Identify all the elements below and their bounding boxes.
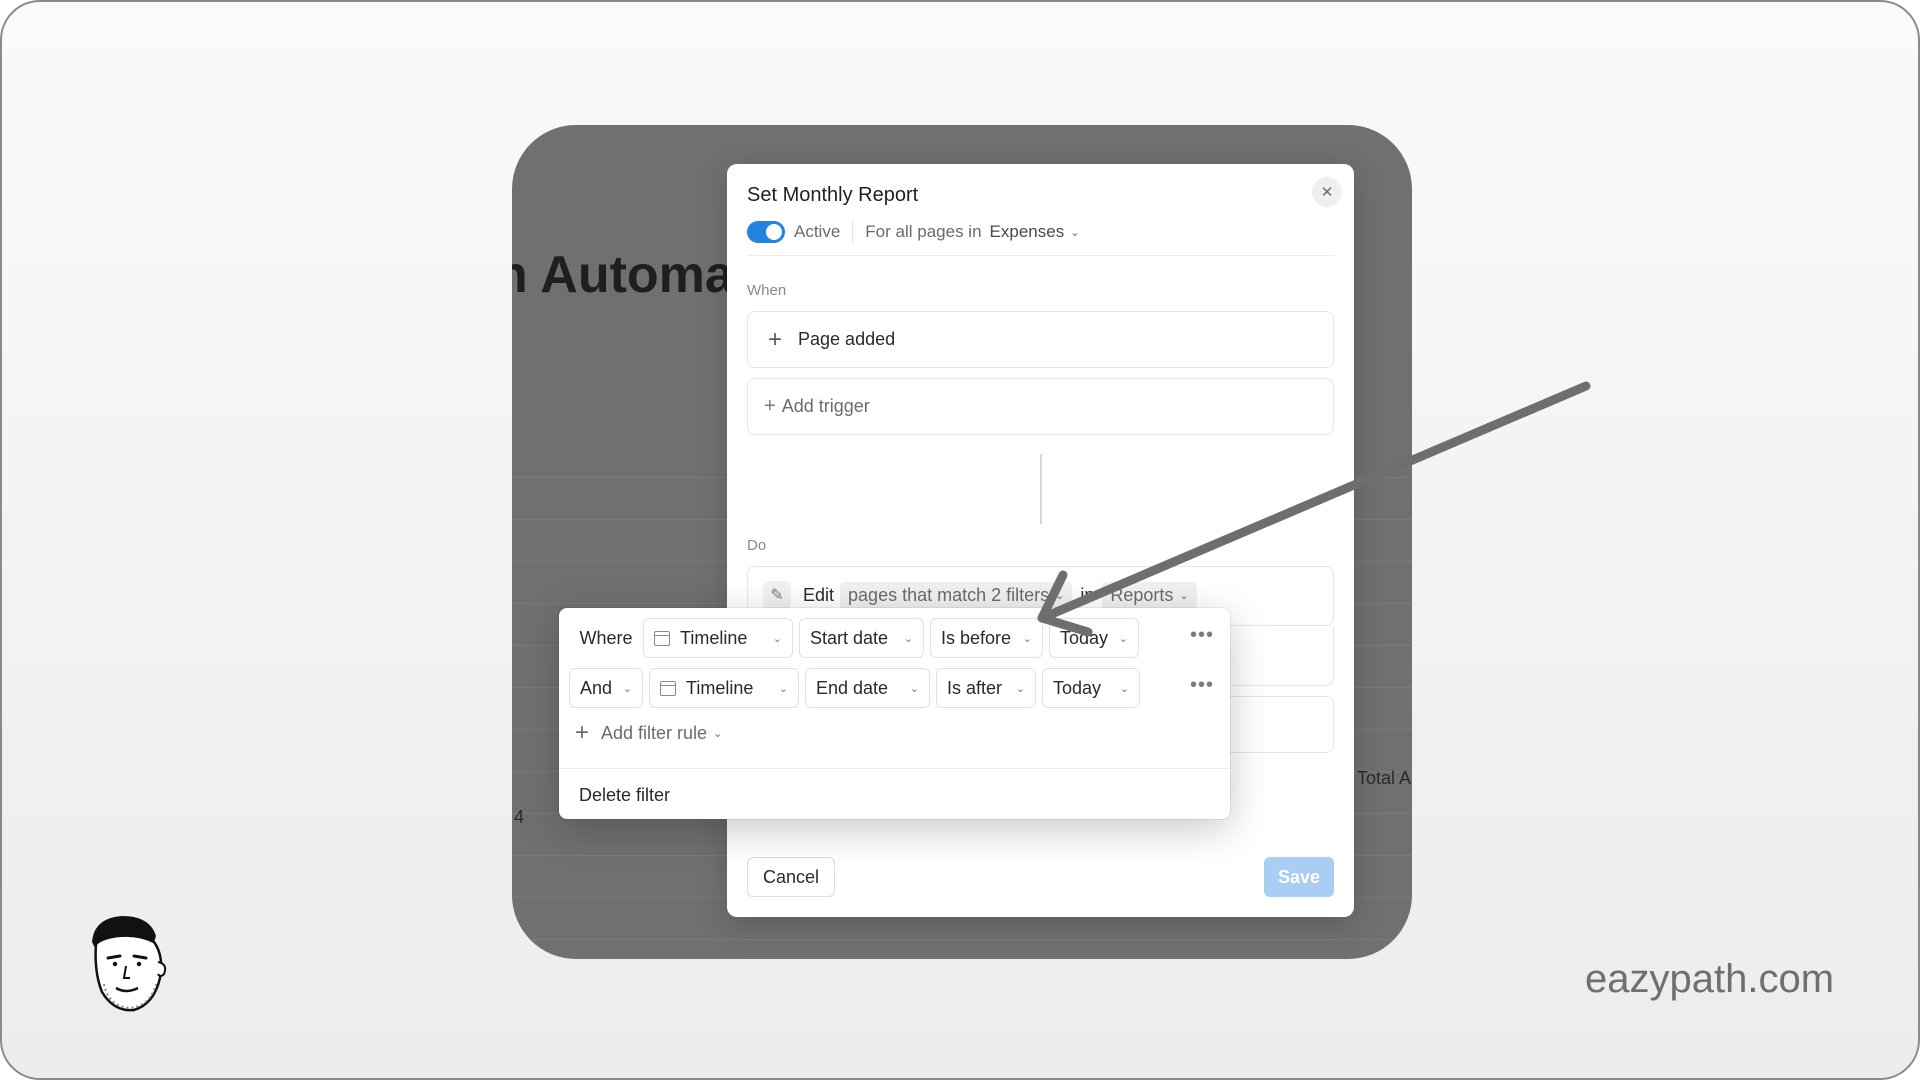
conjunction-label: And [580, 677, 613, 698]
property-select[interactable]: Timeline ⌄ [643, 618, 793, 658]
add-filter-rule-button[interactable]: + Add filter rule ⌄ [575, 718, 722, 748]
active-label: Active [794, 222, 841, 241]
action-row: ✎ Edit pages that match 2 filters ⌄ in R… [763, 580, 1203, 610]
background-table-line [512, 939, 1412, 940]
date-field-label: Start date [810, 627, 889, 648]
value-select[interactable]: Today ⌄ [1042, 668, 1140, 708]
chevron-down-icon: ⌄ [1118, 632, 1128, 645]
save-button[interactable]: Save [1264, 857, 1334, 897]
database-name: Expenses [989, 222, 1065, 241]
chevron-down-icon: ⌄ [1055, 589, 1065, 602]
chevron-down-icon: ⌄ [1022, 632, 1032, 645]
value-label: Today [1053, 677, 1102, 698]
popup-divider [559, 768, 1230, 769]
header-divider [747, 255, 1334, 256]
chevron-down-icon: ⌄ [778, 682, 788, 695]
do-section-label: Do [747, 537, 767, 554]
value-label: Today [1060, 627, 1109, 648]
filter-rule-row: Where Timeline ⌄ Start date ⌄ Is before … [569, 618, 1145, 658]
filter-target-pill[interactable]: pages that match 2 filters ⌄ [840, 581, 1073, 609]
close-button[interactable]: ✕ [1312, 177, 1342, 207]
property-label: Timeline [680, 627, 748, 648]
conjunction-select[interactable]: And ⌄ [569, 668, 643, 708]
add-filter-rule-label: Add filter rule [601, 722, 708, 743]
database-selector[interactable]: Expenses ⌄ [990, 222, 1080, 242]
flow-connector [1040, 454, 1042, 524]
chevron-down-icon: ⌄ [909, 682, 919, 695]
chevron-down-icon: ⌄ [1119, 682, 1129, 695]
chevron-down-icon: ⌄ [1070, 226, 1080, 239]
filter-conjunction: Where [579, 627, 633, 648]
filter-popup: Where Timeline ⌄ Start date ⌄ Is before … [559, 608, 1230, 819]
filter-rule-row: And ⌄ Timeline ⌄ End date ⌄ Is after ⌄ T… [569, 668, 1146, 708]
date-field-select[interactable]: Start date ⌄ [799, 618, 924, 658]
chevron-down-icon: ⌄ [772, 632, 782, 645]
filter-target-label: pages that match 2 filters [848, 584, 1050, 605]
screenshot-frame: n Automa Total A 4 Set Monthly Report ✕ … [0, 0, 1920, 1080]
target-database-pill[interactable]: Reports ⌄ [1102, 581, 1197, 609]
operator-label: Is after [947, 677, 1003, 698]
cancel-button[interactable]: Cancel [747, 857, 835, 897]
add-trigger-button[interactable]: + Add trigger [747, 378, 1334, 435]
property-label: Timeline [686, 677, 754, 698]
active-toggle[interactable] [747, 221, 785, 243]
chevron-down-icon: ⌄ [903, 632, 913, 645]
background-column-header: Total A [1357, 768, 1412, 788]
edit-icon: ✎ [763, 581, 791, 609]
chevron-down-icon: ⌄ [622, 682, 632, 695]
modal-title: Set Monthly Report [747, 184, 919, 206]
background-row-value: 4 [514, 807, 525, 827]
in-word: in [1080, 584, 1095, 605]
divider [852, 221, 854, 243]
date-field-select[interactable]: End date ⌄ [805, 668, 930, 708]
status-row: Active For all pages in Expenses ⌄ [747, 219, 1079, 245]
add-trigger-label: Add trigger [781, 396, 870, 416]
chevron-down-icon: ⌄ [1179, 589, 1189, 602]
operator-select[interactable]: Is after ⌄ [936, 668, 1036, 708]
calendar-icon [660, 680, 676, 696]
scope-text: For all pages in [865, 222, 982, 241]
plus-icon: + [768, 325, 783, 353]
trigger-label: Page added [798, 329, 896, 349]
close-icon: ✕ [1320, 184, 1334, 201]
background-page-title: n Automa [512, 246, 734, 304]
value-select[interactable]: Today ⌄ [1049, 618, 1139, 658]
calendar-icon [654, 630, 670, 646]
operator-select[interactable]: Is before ⌄ [930, 618, 1043, 658]
date-field-label: End date [816, 677, 889, 698]
more-icon[interactable]: ••• [1190, 624, 1214, 647]
plus-icon: + [575, 719, 590, 746]
avatar [92, 916, 167, 1012]
plus-icon: + [764, 395, 776, 417]
target-database-label: Reports [1110, 584, 1174, 605]
watermark: eazypath.com [1585, 957, 1835, 1001]
more-icon[interactable]: ••• [1190, 674, 1214, 697]
when-section-label: When [747, 282, 787, 299]
chevron-down-icon: ⌄ [1015, 682, 1025, 695]
property-select[interactable]: Timeline ⌄ [649, 668, 799, 708]
chevron-down-icon: ⌄ [713, 727, 723, 740]
operator-label: Is before [941, 627, 1012, 648]
action-verb: Edit [803, 584, 835, 605]
trigger-card[interactable]: + Page added [747, 311, 1334, 368]
delete-filter-button[interactable]: Delete filter [579, 785, 670, 806]
